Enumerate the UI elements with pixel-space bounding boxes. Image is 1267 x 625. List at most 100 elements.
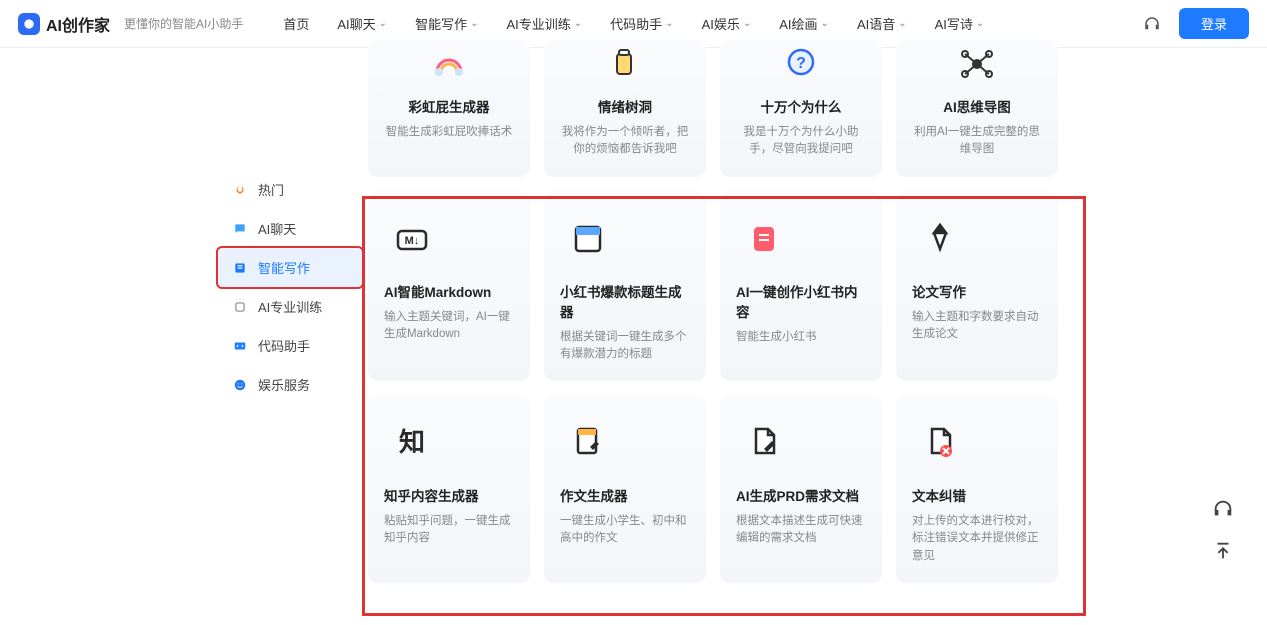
- card-emotion[interactable]: 情绪树洞 我将作为一个倾听者，把你的烦恼都告诉我吧: [544, 40, 706, 177]
- nav-fun[interactable]: AI娱乐⌄: [702, 14, 752, 33]
- chat-icon: [232, 221, 248, 237]
- sidebar-item-code[interactable]: 代码助手: [218, 326, 362, 365]
- card-thesis[interactable]: 论文写作 输入主题和字数要求自动生成论文: [896, 191, 1058, 382]
- code-icon: [232, 338, 248, 354]
- nav-code[interactable]: 代码助手⌄: [610, 14, 673, 33]
- card-title: 情绪树洞: [560, 96, 690, 116]
- header-right: 登录: [1143, 8, 1249, 39]
- chevron-down-icon: ⌄: [976, 18, 984, 29]
- card-desc: 输入主题关键词，AI一键生成Markdown: [384, 309, 514, 344]
- chevron-down-icon: ⌄: [821, 18, 829, 29]
- back-to-top-button[interactable]: [1209, 537, 1237, 565]
- train-icon: [232, 299, 248, 315]
- card-markdown[interactable]: M↓ AI智能Markdown 输入主题关键词，AI一键生成Markdown: [368, 191, 530, 382]
- sidebar-item-label: 智能写作: [258, 258, 310, 277]
- nav-voice[interactable]: AI语音⌄: [857, 14, 907, 33]
- pen-icon: [912, 211, 968, 267]
- svg-text:知: 知: [399, 427, 425, 457]
- window-icon: [560, 211, 616, 267]
- card-title: 十万个为什么: [736, 96, 866, 116]
- sidebar: 热门 AI聊天 智能写作 AI专业训练 代码助手 娱乐服务: [218, 170, 362, 404]
- card-title: 论文写作: [912, 281, 966, 301]
- card-correct[interactable]: 文本纠错 对上传的文本进行校对，标注错误文本并提供修正意见: [896, 395, 1058, 583]
- card-zhihu[interactable]: 知 知乎内容生成器 粘贴知乎问题，一键生成知乎内容: [368, 395, 530, 583]
- card-title: AI思维导图: [912, 96, 1042, 116]
- sidebar-item-label: 娱乐服务: [258, 375, 310, 394]
- content-grid: 彩虹屁生成器 智能生成彩虹屁吹捧话术 情绪树洞 我将作为一个倾听者，把你的烦恼都…: [368, 40, 1068, 597]
- card-title: 作文生成器: [560, 485, 628, 505]
- card-desc: 我将作为一个倾听者，把你的烦恼都告诉我吧: [560, 124, 690, 159]
- write-icon: [232, 260, 248, 276]
- doc-edit-icon: [560, 415, 616, 471]
- mindmap-icon: [953, 40, 1001, 88]
- nav: 首页 AI聊天⌄ 智能写作⌄ AI专业训练⌄ 代码助手⌄ AI娱乐⌄ AI绘画⌄…: [283, 14, 1143, 33]
- nav-aichat[interactable]: AI聊天⌄: [337, 14, 387, 33]
- chevron-down-icon: ⌄: [665, 18, 673, 29]
- sidebar-item-label: AI专业训练: [258, 297, 322, 316]
- chevron-down-icon: ⌄: [379, 18, 387, 29]
- card-title: 文本纠错: [912, 485, 966, 505]
- chevron-down-icon: ⌄: [470, 18, 478, 29]
- nav-draw[interactable]: AI绘画⌄: [779, 14, 829, 33]
- support-button[interactable]: [1209, 495, 1237, 523]
- nav-write[interactable]: 智能写作⌄: [415, 14, 478, 33]
- card-row: 彩虹屁生成器 智能生成彩虹屁吹捧话术 情绪树洞 我将作为一个倾听者，把你的烦恼都…: [368, 40, 1068, 177]
- headset-icon[interactable]: [1143, 15, 1161, 33]
- login-button[interactable]: 登录: [1179, 8, 1249, 39]
- float-buttons: [1209, 495, 1237, 565]
- doc-x-icon: [912, 415, 968, 471]
- nav-poem[interactable]: AI写诗⌄: [935, 14, 985, 33]
- zhi-icon: 知: [384, 415, 440, 471]
- sidebar-item-label: 代码助手: [258, 336, 310, 355]
- note-icon: [736, 211, 792, 267]
- sidebar-item-fun[interactable]: 娱乐服务: [218, 365, 362, 404]
- card-why[interactable]: ? 十万个为什么 我是十万个为什么小助手，尽管向我提问吧: [720, 40, 882, 177]
- logo[interactable]: AI创作家: [18, 12, 110, 36]
- smile-icon: [232, 377, 248, 393]
- card-title: AI一键创作小红书内容: [736, 281, 866, 321]
- markdown-icon: M↓: [384, 211, 440, 267]
- card-title: 彩虹屁生成器: [384, 96, 514, 116]
- sidebar-item-train[interactable]: AI专业训练: [218, 287, 362, 326]
- card-title: AI智能Markdown: [384, 281, 491, 301]
- cup-icon: [601, 40, 649, 88]
- chevron-down-icon: ⌄: [743, 18, 751, 29]
- chevron-down-icon: ⌄: [898, 18, 906, 29]
- slogan: 更懂你的智能AI小助手: [124, 15, 243, 32]
- doc-pen-icon: [736, 415, 792, 471]
- card-desc: 一键生成小学生、初中和高中的作文: [560, 513, 690, 548]
- card-desc: 粘贴知乎问题，一键生成知乎内容: [384, 513, 514, 548]
- card-xhs-title[interactable]: 小红书爆款标题生成器 根据关键词一键生成多个有爆款潜力的标题: [544, 191, 706, 382]
- card-desc: 对上传的文本进行校对，标注错误文本并提供修正意见: [912, 513, 1042, 565]
- fire-icon: [232, 182, 248, 198]
- card-desc: 智能生成彩虹屁吹捧话术: [386, 124, 513, 141]
- card-desc: 利用AI一键生成完整的思维导图: [912, 124, 1042, 159]
- card-prd[interactable]: AI生成PRD需求文档 根据文本描述生成可快速编辑的需求文档: [720, 395, 882, 583]
- card-title: 小红书爆款标题生成器: [560, 281, 690, 321]
- question-icon: ?: [777, 40, 825, 88]
- rainbow-icon: [425, 40, 473, 88]
- card-row: M↓ AI智能Markdown 输入主题关键词，AI一键生成Markdown 小…: [368, 191, 1068, 382]
- sidebar-item-chat[interactable]: AI聊天: [218, 209, 362, 248]
- brand-name: AI创作家: [46, 12, 110, 36]
- sidebar-item-label: 热门: [258, 180, 284, 199]
- nav-train[interactable]: AI专业训练⌄: [506, 14, 582, 33]
- nav-home[interactable]: 首页: [283, 14, 309, 33]
- card-title: AI生成PRD需求文档: [736, 485, 859, 505]
- sidebar-item-hot[interactable]: 热门: [218, 170, 362, 209]
- sidebar-item-label: AI聊天: [258, 219, 296, 238]
- svg-text:M↓: M↓: [405, 235, 420, 247]
- svg-text:?: ?: [796, 55, 806, 72]
- card-desc: 输入主题和字数要求自动生成论文: [912, 309, 1042, 344]
- chevron-down-icon: ⌄: [574, 18, 582, 29]
- logo-icon: [18, 13, 40, 35]
- card-desc: 根据关键词一键生成多个有爆款潜力的标题: [560, 329, 690, 364]
- card-desc: 智能生成小红书: [736, 329, 817, 346]
- card-mindmap[interactable]: AI思维导图 利用AI一键生成完整的思维导图: [896, 40, 1058, 177]
- card-rainbow[interactable]: 彩虹屁生成器 智能生成彩虹屁吹捧话术: [368, 40, 530, 177]
- card-essay[interactable]: 作文生成器 一键生成小学生、初中和高中的作文: [544, 395, 706, 583]
- card-xhs-content[interactable]: AI一键创作小红书内容 智能生成小红书: [720, 191, 882, 382]
- sidebar-item-write[interactable]: 智能写作: [216, 246, 364, 289]
- card-desc: 我是十万个为什么小助手，尽管向我提问吧: [736, 124, 866, 159]
- card-title: 知乎内容生成器: [384, 485, 479, 505]
